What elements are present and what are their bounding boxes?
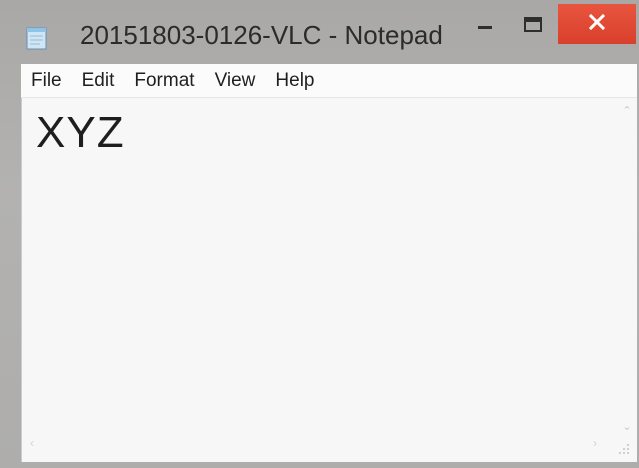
notepad-window: 20151803-0126-VLC - Notepad File Edit Fo…: [0, 0, 639, 468]
menu-format[interactable]: Format: [134, 70, 194, 92]
text-editor[interactable]: XYZ ⌃ ⌄ ‹ ›: [21, 98, 637, 462]
minimize-icon: [477, 17, 493, 38]
close-icon: [588, 13, 606, 36]
menu-edit[interactable]: Edit: [82, 70, 115, 92]
editor-content[interactable]: XYZ: [36, 108, 125, 158]
scroll-right-icon[interactable]: ›: [593, 436, 597, 450]
notepad-icon[interactable]: [26, 26, 48, 50]
maximize-icon: [523, 16, 543, 39]
close-button[interactable]: [558, 4, 636, 44]
resize-grip-icon[interactable]: [617, 442, 631, 456]
scroll-down-icon[interactable]: ⌄: [619, 420, 635, 434]
scroll-up-icon[interactable]: ⌃: [619, 104, 635, 118]
scroll-left-icon[interactable]: ‹: [30, 436, 34, 450]
menu-help[interactable]: Help: [275, 70, 314, 92]
title-bar[interactable]: 20151803-0126-VLC - Notepad: [0, 0, 639, 64]
menu-view[interactable]: View: [215, 70, 256, 92]
maximize-button[interactable]: [512, 6, 554, 48]
menu-file[interactable]: File: [31, 70, 62, 92]
menu-bar: File Edit Format View Help: [21, 64, 637, 98]
vertical-scrollbar[interactable]: ⌃ ⌄: [619, 104, 635, 434]
minimize-button[interactable]: [466, 6, 504, 48]
window-title: 20151803-0126-VLC - Notepad: [80, 20, 443, 50]
